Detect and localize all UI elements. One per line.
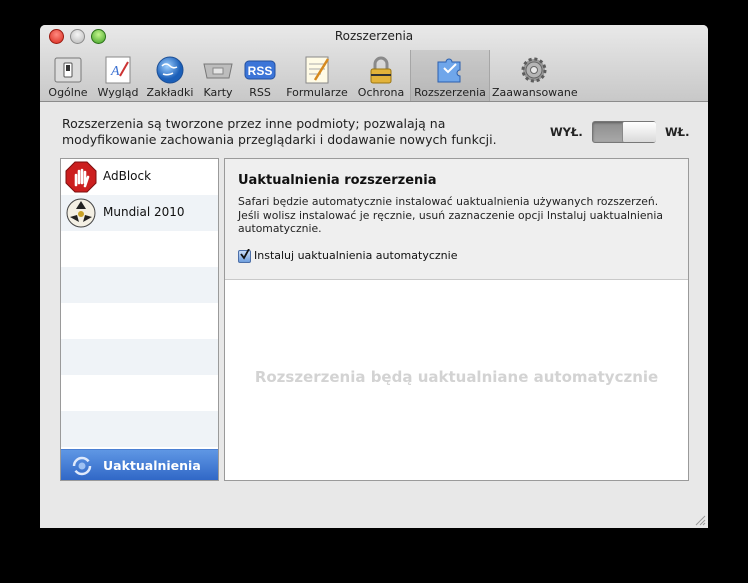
extension-name: Mundial 2010 [103,205,185,219]
window-title: Rozszerzenia [334,29,414,43]
toolbar-item-tabs[interactable]: Karty [198,50,238,101]
toolbar-item-label: Zaawansowane [492,86,578,99]
auto-update-label[interactable]: Instaluj uaktualnienia automatycznie [254,249,457,262]
extensions-description: Rozszerzenia są tworzone przez inne podm… [62,116,497,147]
toolbar-item-bookmarks[interactable]: Zakładki [144,50,196,101]
toolbar-item-label: Zakładki [146,86,194,99]
detail-description: Safari będzie automatycznie instalować u… [238,195,664,235]
detail-placeholder: Rozszerzenia będą uaktualniane automatyc… [254,368,659,386]
checkmark-icon [240,249,250,260]
list-item-mundial[interactable]: Mundial 2010 [61,195,218,231]
toolbar-item-appearance[interactable]: A Wygląd [94,50,142,101]
svg-text:A: A [110,64,120,79]
updates-label: Uaktualnienia [103,458,201,473]
detail-header: Uaktualnienia rozszerzenia Safari będzie… [225,159,688,280]
extensions-toggle[interactable] [592,121,656,143]
bookmarks-globe-icon [156,56,184,84]
security-lock-icon [370,56,392,84]
list-empty-row [61,231,218,267]
world-cup-ball-icon [66,198,96,228]
detail-title: Uaktualnienia rozszerzenia [238,173,437,188]
list-empty-row [61,375,218,411]
list-empty-row [61,267,218,303]
toggle-knob[interactable] [622,122,656,142]
refresh-updates-icon [72,456,92,476]
toolbar-item-label: Ochrona [357,86,405,99]
resize-grip-icon[interactable] [694,514,706,526]
toolbar-item-security[interactable]: Ochrona [354,50,408,101]
advanced-gear-icon [521,57,547,83]
toggle-off-label: WYŁ. [550,125,583,139]
extensions-puzzle-icon [437,58,461,83]
list-item-adblock[interactable]: AdBlock [61,159,218,195]
toggle-on-label: WŁ. [665,125,690,139]
toolbar-item-label: Wygląd [97,86,139,99]
rss-icon: RSS [244,60,276,80]
toolbar-item-advanced[interactable]: Zaawansowane [492,50,578,101]
toolbar-item-extensions[interactable]: Rozszerzenia [410,50,490,101]
extension-name: AdBlock [103,169,152,183]
toolbar-item-label: Formularze [286,86,348,99]
extensions-list: AdBlock Mundial 2010 Uaktualnienia [60,158,219,481]
detail-panel: Uaktualnienia rozszerzenia Safari będzie… [224,158,689,481]
toolbar-item-autofill[interactable]: Formularze [282,50,352,101]
toolbar-item-rss[interactable]: RSS RSS [241,50,279,101]
toolbar-item-label: Ogólne [48,86,88,99]
general-switch-icon [54,57,82,83]
toolbar: Rozszerzenia Ogólne A Wygląd Zakładki Ka… [40,25,708,102]
auto-update-checkbox[interactable] [238,249,251,263]
list-empty-row [61,339,218,375]
tabs-icon [203,63,233,79]
svg-text:RSS: RSS [248,64,273,78]
list-item-updates[interactable]: Uaktualnienia [61,449,218,480]
toolbar-item-label: Rozszerzenia [414,86,486,99]
appearance-icon: A [105,56,131,84]
list-empty-row [61,303,218,339]
list-empty-row [61,411,218,447]
adblock-stop-hand-icon [65,161,97,193]
toolbar-item-label: Karty [203,86,233,99]
preferences-window: Rozszerzenia Ogólne A Wygląd Zakładki Ka… [40,25,708,528]
autofill-icon [305,56,330,84]
toolbar-item-label: RSS [249,86,271,99]
toolbar-item-general[interactable]: Ogólne [44,50,92,101]
